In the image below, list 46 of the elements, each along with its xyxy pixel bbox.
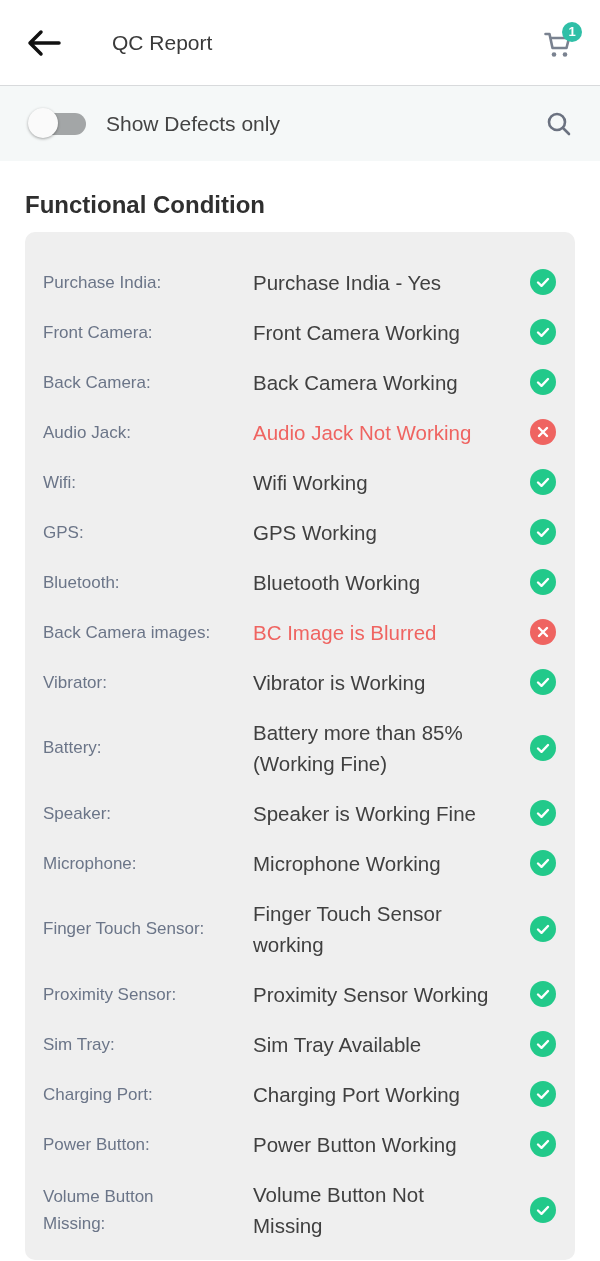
condition-value: Audio Jack Not Working <box>253 419 473 446</box>
condition-value: Wifi Working <box>253 469 369 496</box>
condition-value: Purchase India - Yes <box>253 269 443 296</box>
condition-value: Proximity Sensor Working <box>253 981 490 1008</box>
condition-label: Sim Tray: <box>43 1033 116 1056</box>
condition-label: Back Camera images: <box>43 621 212 644</box>
condition-label: Microphone: <box>43 852 138 875</box>
toggle-label: Show Defects only <box>106 111 281 136</box>
back-arrow-icon <box>26 27 62 58</box>
condition-label: Charging Port: <box>43 1083 154 1106</box>
search-button[interactable] <box>546 110 572 137</box>
condition-value: Charging Port Working <box>253 1081 461 1108</box>
condition-value: Back Camera Working <box>253 369 459 396</box>
cart-button[interactable]: 1 <box>544 21 582 60</box>
back-button[interactable] <box>26 27 62 58</box>
condition-value: Finger Touch Sensor working <box>253 900 443 958</box>
condition-value: Battery more than 85% (Working Fine) <box>253 719 464 777</box>
condition-label: Back Camera: <box>43 371 152 394</box>
condition-value: GPS Working <box>253 519 378 546</box>
condition-label: Battery: <box>43 737 103 759</box>
condition-label: GPS: <box>43 521 85 544</box>
condition-label: Purchase India: <box>43 271 163 294</box>
condition-label: Wifi: <box>43 471 78 494</box>
condition-label: Finger Touch Sensor: <box>43 918 206 940</box>
condition-label: Vibrator: <box>43 671 108 694</box>
condition-label: Speaker: <box>43 802 113 825</box>
condition-value: Vibrator is Working <box>253 669 427 696</box>
condition-label: Bluetooth: <box>43 571 121 594</box>
search-icon <box>546 110 572 137</box>
condition-label: Power Button: <box>43 1133 151 1156</box>
condition-value: BC Image is Blurred <box>253 619 438 646</box>
condition-label: Audio Jack: <box>43 421 132 444</box>
condition-value: Speaker is Working Fine <box>253 800 477 827</box>
page-title: QC Report <box>112 30 214 55</box>
condition-label: Proximity Sensor: <box>43 983 178 1006</box>
condition-label: Volume Button Missing: <box>43 1185 155 1235</box>
condition-value: Power Button Working <box>253 1131 458 1158</box>
condition-label: Front Camera: <box>43 321 154 344</box>
condition-value: Microphone Working <box>253 850 442 877</box>
cart-count-badge: 1 <box>562 21 582 42</box>
toggle-switch[interactable] <box>28 110 86 137</box>
condition-value: Volume Button Not Missing <box>253 1181 425 1239</box>
condition-value: Front Camera Working <box>253 319 461 346</box>
condition-value: Sim Tray Available <box>253 1031 423 1058</box>
condition-value: Bluetooth Working <box>253 569 422 596</box>
section-title: Functional Condition <box>25 190 266 220</box>
